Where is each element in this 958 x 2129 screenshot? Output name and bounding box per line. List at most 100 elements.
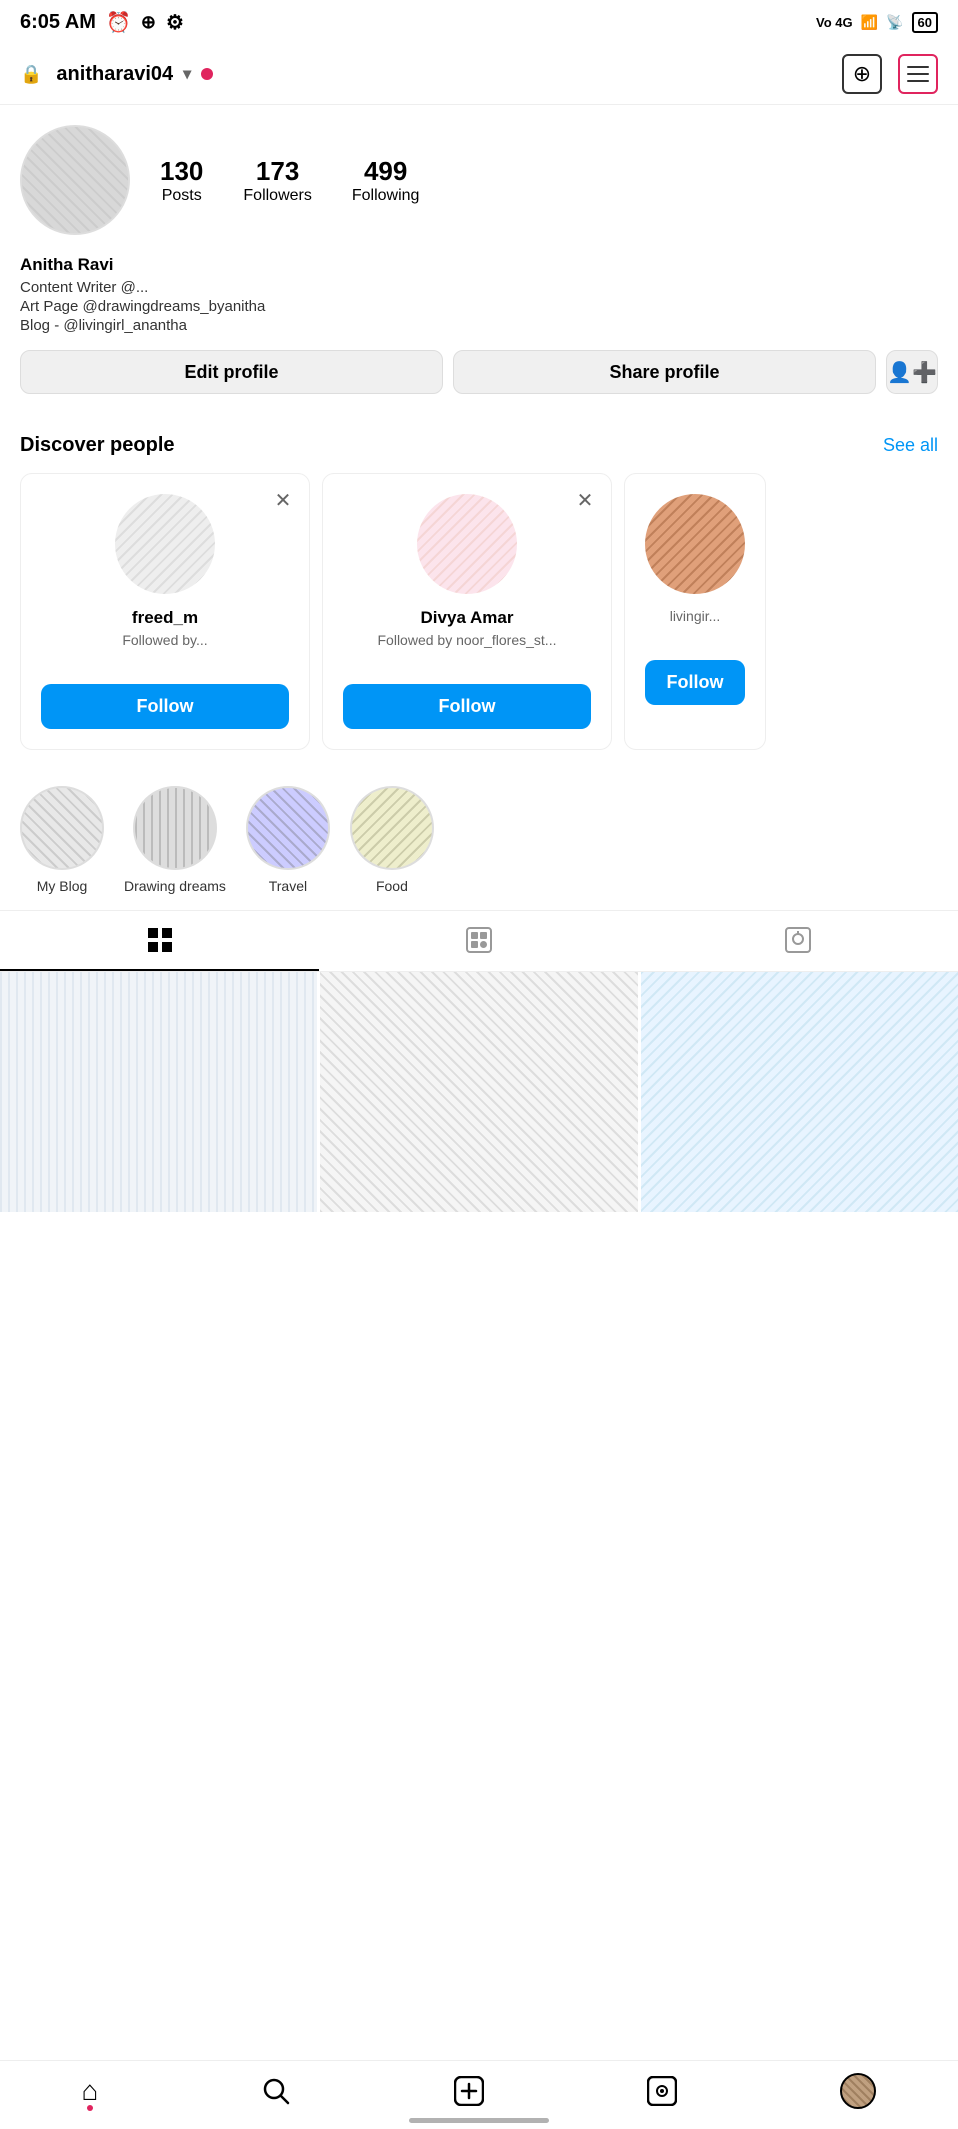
wifi-icon: 📡 [886,14,903,31]
following-stat[interactable]: 499 Following [352,156,420,205]
bottom-nav-profile[interactable] [840,2073,876,2109]
home-notification-dot [87,2105,93,2111]
post-cell-1[interactable] [0,972,317,1212]
person-avatar-3 [645,494,745,594]
home-indicator [409,2118,549,2123]
people-cards-container: ✕ freed_m Followed by... Follow ✕ Divya … [20,473,938,760]
highlight-label-1: My Blog [37,878,88,894]
content-tabs [0,910,958,972]
notification-dot [201,68,213,80]
person-sub-3: livingir... [670,608,721,644]
signal-icon: 📶 [861,14,878,31]
alarm-icon: ⏰ [106,10,131,35]
highlight-item-2[interactable]: Drawing dreams [124,786,226,894]
profile-top: 130 Posts 173 Followers 499 Following [20,125,938,235]
tagged-icon [785,927,811,953]
person-sub-2: Followed by noor_flores_st... [378,632,557,668]
settings-icon: ⚙ [166,10,184,35]
person-avatar-2 [417,494,517,594]
post-cell-3[interactable] [641,972,958,1212]
highlight-label-2: Drawing dreams [124,878,226,894]
lock-icon: 🔒 [20,64,42,85]
profile-section: 130 Posts 173 Followers 499 Following An… [0,105,958,424]
bio-line-2[interactable]: Art Page @drawingdreams_byanitha [20,298,938,315]
highlight-circle-4 [350,786,434,870]
add-friend-button[interactable]: 👤➕ [886,350,938,394]
bottom-nav-add[interactable] [454,2076,484,2106]
grid-icon [147,927,173,953]
tab-grid[interactable] [0,911,319,971]
search-icon [261,2076,291,2106]
bio-section: Anitha Ravi Content Writer @... Art Page… [20,255,938,334]
highlight-item-3[interactable]: Travel [246,786,330,894]
battery-level: 60 [918,15,932,30]
profile-avatar[interactable] [20,125,130,235]
follow-button-1[interactable]: Follow [41,684,289,729]
hamburger-line-1 [907,66,929,68]
highlights-section: My Blog Drawing dreams Travel Food [0,770,958,910]
posts-grid [0,972,958,1212]
add-person-icon: 👤➕ [887,360,937,385]
follow-button-3[interactable]: Follow [645,660,745,705]
profile-avatar-nav [840,2073,876,2109]
close-card-1-button[interactable]: ✕ [269,486,297,514]
person-card-2: ✕ Divya Amar Followed by noor_flores_st.… [322,473,612,750]
person-avatar-1 [115,494,215,594]
post-cell-2[interactable] [320,972,637,1212]
reels-nav-icon [647,2076,677,2106]
reels-icon [466,927,492,953]
posts-count: 130 [160,156,203,187]
hamburger-line-2 [907,73,929,75]
highlight-circle-2 [133,786,217,870]
tab-tagged[interactable] [639,911,958,971]
activity-icon: ⊕ [141,12,156,33]
stats-area: 130 Posts 173 Followers 499 Following [160,156,938,205]
person-name-2: Divya Amar [421,608,514,628]
bottom-nav-search[interactable] [261,2076,291,2106]
posts-label: Posts [162,187,202,205]
dropdown-icon[interactable]: ▾ [183,64,191,84]
highlight-circle-1 [20,786,104,870]
nav-action-icons: ⊕ [842,54,938,94]
followers-stat[interactable]: 173 Followers [243,156,311,205]
bio-line-3[interactable]: Blog - @livingirl_anantha [20,317,938,334]
username-area[interactable]: 🔒 anitharavi04 ▾ [20,63,213,86]
username-display[interactable]: anitharavi04 [56,63,173,86]
discover-header: Discover people See all [20,434,938,457]
highlight-item-1[interactable]: My Blog [20,786,104,894]
avatar-image [22,127,128,233]
bio-line-1: Content Writer @... [20,279,938,296]
add-icon [454,2076,484,2106]
action-buttons: Edit profile Share profile 👤➕ [20,350,938,394]
followers-count: 173 [256,156,299,187]
time-display: 6:05 AM [20,11,96,34]
following-count: 499 [364,156,407,187]
highlight-label-4: Food [376,878,408,894]
highlight-item-4[interactable]: Food [350,786,434,894]
hamburger-line-3 [907,80,929,82]
share-profile-button[interactable]: Share profile [453,350,876,394]
followers-label: Followers [243,187,311,205]
status-right-icons: Vo 4G 📶 📡 60 [816,12,938,33]
see-all-button[interactable]: See all [883,435,938,456]
add-post-button[interactable]: ⊕ [842,54,882,94]
top-nav: 🔒 anitharavi04 ▾ ⊕ [0,44,958,105]
status-time: 6:05 AM ⏰ ⊕ ⚙ [20,10,184,35]
highlight-label-3: Travel [269,878,307,894]
discover-section: Discover people See all ✕ freed_m Follow… [0,424,958,770]
battery-indicator: 60 [912,12,938,33]
menu-button[interactable] [898,54,938,94]
person-card-1: ✕ freed_m Followed by... Follow [20,473,310,750]
plus-icon: ⊕ [853,61,871,87]
highlight-circle-3 [246,786,330,870]
edit-profile-button[interactable]: Edit profile [20,350,443,394]
follow-button-2[interactable]: Follow [343,684,591,729]
bottom-nav-reels[interactable] [647,2076,677,2106]
bottom-nav-home[interactable]: ⌂ [82,2075,99,2107]
posts-stat[interactable]: 130 Posts [160,156,203,205]
person-sub-1: Followed by... [122,632,207,668]
profile-name: Anitha Ravi [20,255,938,275]
home-icon: ⌂ [82,2075,99,2107]
close-card-2-button[interactable]: ✕ [571,486,599,514]
tab-reels[interactable] [319,911,638,971]
